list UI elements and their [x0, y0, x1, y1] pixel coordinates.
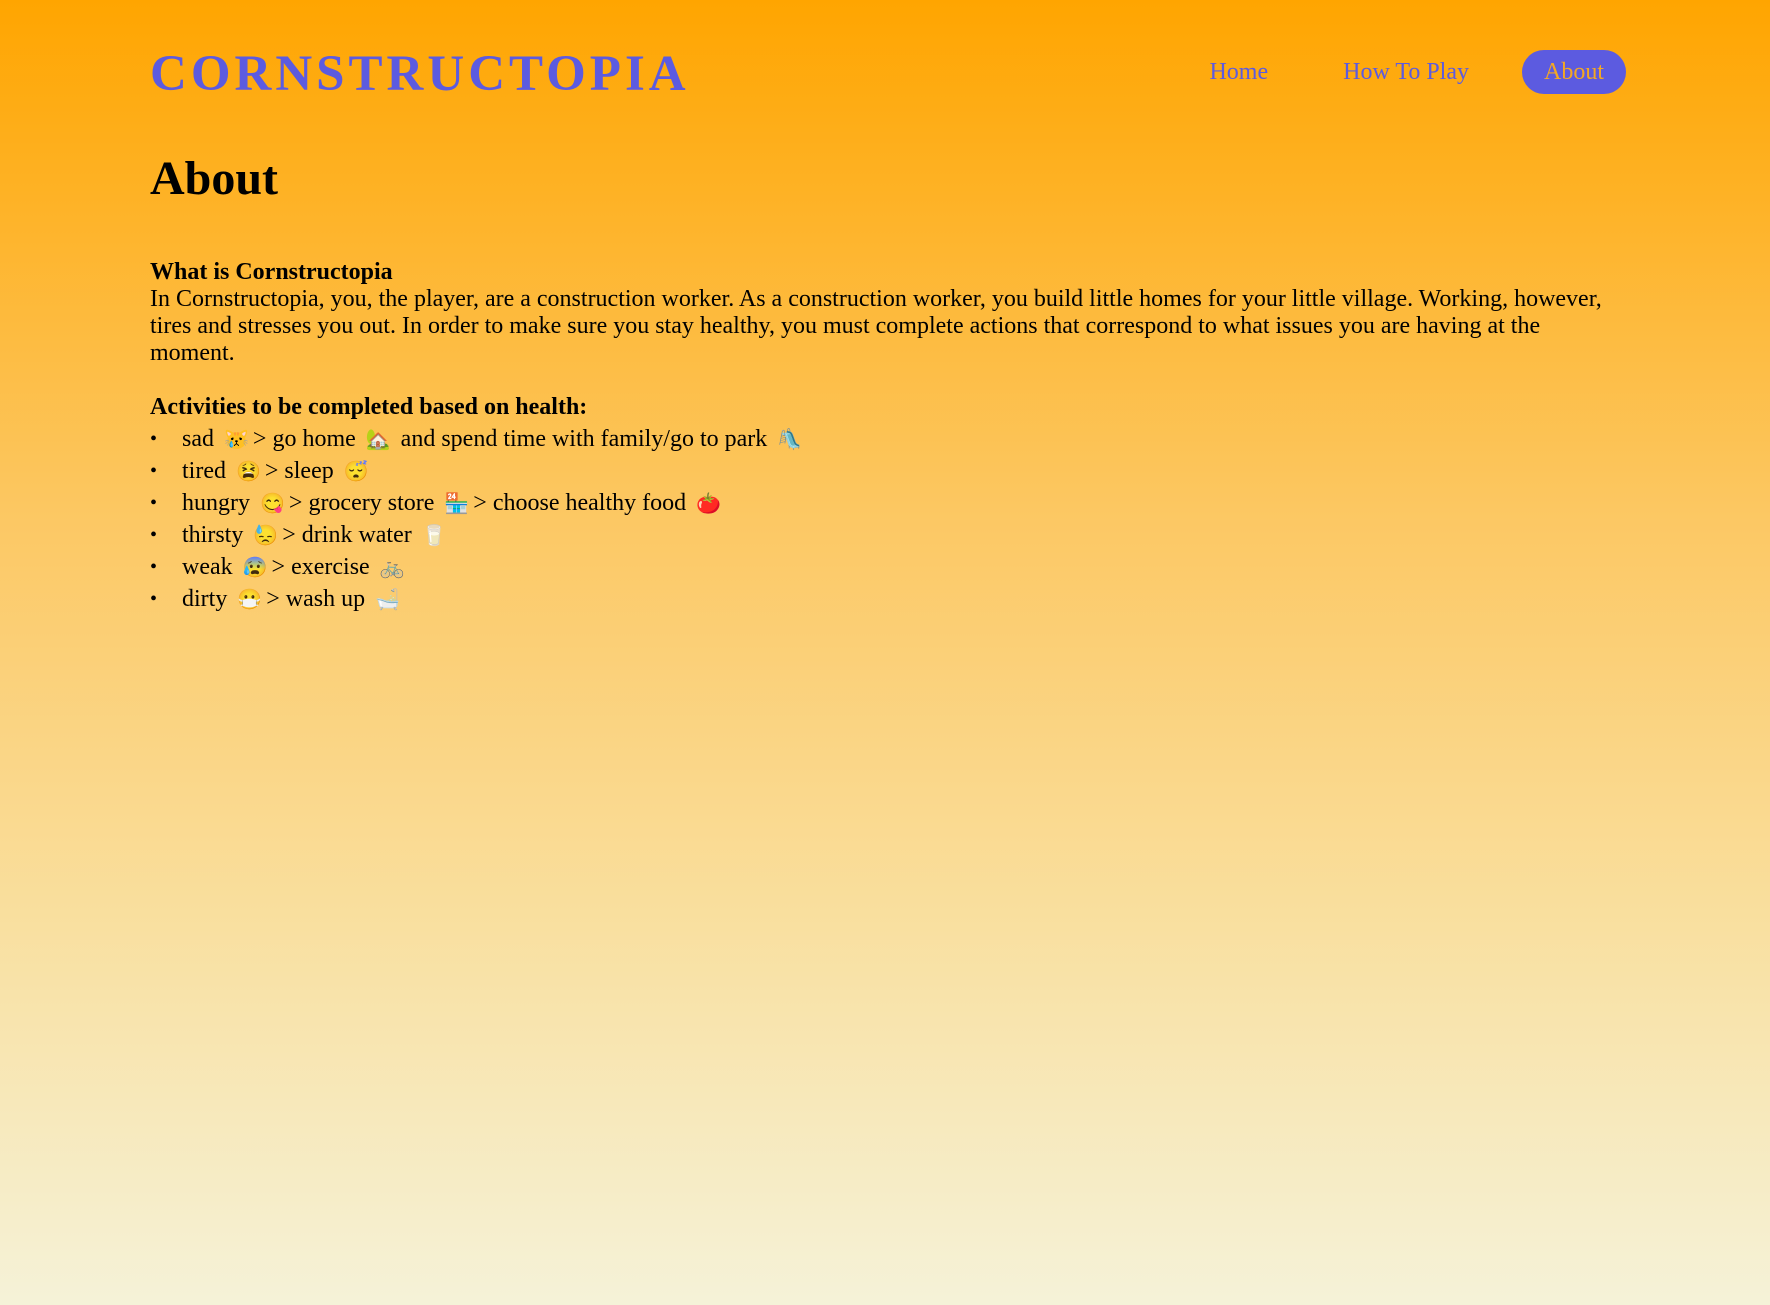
crying-cat-icon: 😿: [224, 429, 249, 451]
action-text: > drink water: [282, 522, 412, 548]
sleeping-face-icon: 😴: [343, 461, 369, 483]
about-content: What is Cornstructopia In Cornstructopia…: [150, 258, 1626, 615]
list-item: • tired 😫 > sleep 😴: [150, 455, 1626, 487]
about-body: In Cornstructopia, you, the player, are …: [150, 286, 1602, 366]
site-logo[interactable]: CORNSTRUCTOPIA: [150, 44, 690, 104]
bullet: •: [150, 492, 158, 514]
page-container: CORNSTRUCTOPIA Home How To Play About Ab…: [150, 0, 1626, 612]
bullet: •: [150, 524, 158, 546]
bullet: •: [150, 588, 158, 610]
list-item: • hungry 😋 > grocery store 🏪 > choose heal…: [150, 487, 1626, 519]
list-item: • sad 😿 > go home 🏡 and spend time with f…: [150, 423, 1626, 455]
store-icon: 🏪: [444, 493, 470, 515]
bullet: •: [150, 428, 158, 450]
action-text: > sleep: [264, 458, 334, 484]
tired-face-icon: 😫: [235, 461, 261, 483]
bullet: •: [150, 460, 158, 482]
bicycle-icon: 🚲: [379, 557, 405, 579]
list-item: • thirsty 😓 > drink water 🥛: [150, 519, 1626, 551]
glass-of-milk-icon: 🥛: [421, 525, 447, 547]
action-text: > go home: [252, 426, 356, 452]
nav-home-link[interactable]: Home: [1187, 50, 1290, 94]
anxious-face-icon: 😰: [242, 557, 268, 579]
nav-about-link[interactable]: About: [1522, 50, 1626, 94]
activities-list: • sad 😿 > go home 🏡 and spend time with f…: [150, 423, 1626, 615]
mask-face-icon: 😷: [237, 589, 263, 611]
action-text: > grocery store: [288, 490, 435, 516]
list-item: • dirty 😷 > wash up 🛁: [150, 583, 1626, 615]
condition-label: thirsty: [182, 522, 244, 548]
condition-label: dirty: [182, 586, 228, 612]
condition-label: hungry: [182, 490, 250, 516]
action-text: and spend time with family/go to park: [400, 426, 768, 452]
tomato-icon: 🍅: [696, 493, 722, 515]
sweat-face-icon: 😓: [253, 525, 279, 547]
bullet: •: [150, 556, 158, 578]
condition-label: sad: [182, 426, 214, 452]
house-icon: 🏡: [365, 429, 391, 451]
condition-label: weak: [182, 554, 233, 580]
bathtub-icon: 🛁: [375, 589, 400, 611]
about-heading: What is Cornstructopia: [150, 259, 393, 285]
nav-how-to-play-link[interactable]: How To Play: [1321, 50, 1491, 94]
list-item: • weak 😰 > exercise 🚲: [150, 551, 1626, 583]
site-header: CORNSTRUCTOPIA Home How To Play About: [150, 0, 1626, 130]
condition-label: tired: [182, 458, 226, 484]
action-text: > choose healthy food: [473, 490, 687, 516]
yum-face-icon: 😋: [260, 493, 285, 515]
action-text: > exercise: [271, 554, 370, 580]
page-title: About: [150, 152, 279, 205]
main-nav: Home How To Play About: [1156, 50, 1626, 94]
action-text: > wash up: [266, 586, 366, 612]
playground-slide-icon: 🛝: [777, 429, 803, 451]
activities-heading: Activities to be completed based on heal…: [150, 394, 588, 420]
